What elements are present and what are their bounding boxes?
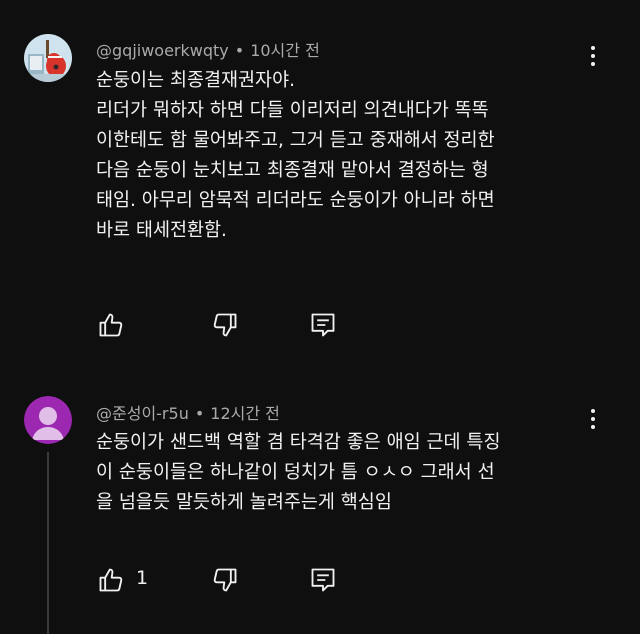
- thumbs-down-icon: [213, 313, 237, 337]
- comment-text-line: 다음 순둥이 눈치보고 최종결재 맡아서 결정하는 형: [96, 160, 489, 181]
- like-count: 1: [136, 567, 149, 589]
- dislike-button[interactable]: [210, 310, 240, 340]
- guitar-avatar-icon: [24, 34, 72, 82]
- comment-text-line: 을 넘을듯 말듯하게 놀려주는게 핵심임: [96, 492, 392, 513]
- author-name[interactable]: @gqjiwoerkwqty: [96, 41, 229, 60]
- comment-time[interactable]: 10시간 전: [250, 41, 320, 60]
- author-name[interactable]: @준성이-r5u: [96, 404, 189, 423]
- reply-icon: [311, 568, 335, 592]
- like-button[interactable]: [96, 565, 126, 595]
- comment-text-line: 바로 태세전환함.: [96, 220, 227, 241]
- like-button[interactable]: [96, 310, 126, 340]
- comment-text-line: 이 순둥이들은 하나같이 덩치가 틈 ㅇㅅㅇ 그래서 선: [96, 462, 495, 483]
- comment-text: 순둥이가 샌드백 역할 겸 타격감 좋은 애임 근데 특징 이 순둥이들은 하나…: [96, 428, 616, 518]
- thumbs-up-icon: [99, 313, 123, 337]
- author-avatar[interactable]: [24, 34, 72, 82]
- comment-text-line: 이한테도 함 물어봐주고, 그거 듣고 중재해서 정리한: [96, 130, 495, 151]
- author-avatar[interactable]: [24, 396, 72, 444]
- reply-icon: [311, 313, 335, 337]
- more-vert-icon: [591, 46, 595, 50]
- more-vert-icon: [591, 409, 595, 413]
- meta-separator: •: [194, 404, 205, 423]
- comment-text: 순둥이는 최종결재권자야. 리더가 뭐하자 하면 다들 이리저리 의견내다가 똑…: [96, 66, 616, 246]
- meta-separator: •: [234, 41, 245, 60]
- reply-thread-line: [47, 452, 49, 634]
- comment-text-line: 순둥이는 최종결재권자야.: [96, 70, 295, 91]
- thumbs-up-icon: [99, 568, 123, 592]
- comment-time[interactable]: 12시간 전: [210, 404, 280, 423]
- comment-meta: @준성이-r5u • 12시간 전: [96, 400, 280, 424]
- default-user-avatar-icon: [24, 396, 72, 444]
- comment-text-line: 순둥이가 샌드백 역할 겸 타격감 좋은 애임 근데 특징: [96, 432, 501, 453]
- thumbs-down-icon: [213, 568, 237, 592]
- reply-button[interactable]: [308, 565, 338, 595]
- comment-text-line: 태임. 아무리 암묵적 리더라도 순둥이가 아니라 하면: [96, 190, 495, 211]
- comment-text-line: 리더가 뭐하자 하면 다들 이리저리 의견내다가 똑똑: [96, 100, 489, 121]
- comment-meta: @gqjiwoerkwqty • 10시간 전: [96, 37, 320, 61]
- dislike-button[interactable]: [210, 565, 240, 595]
- reply-button[interactable]: [308, 310, 338, 340]
